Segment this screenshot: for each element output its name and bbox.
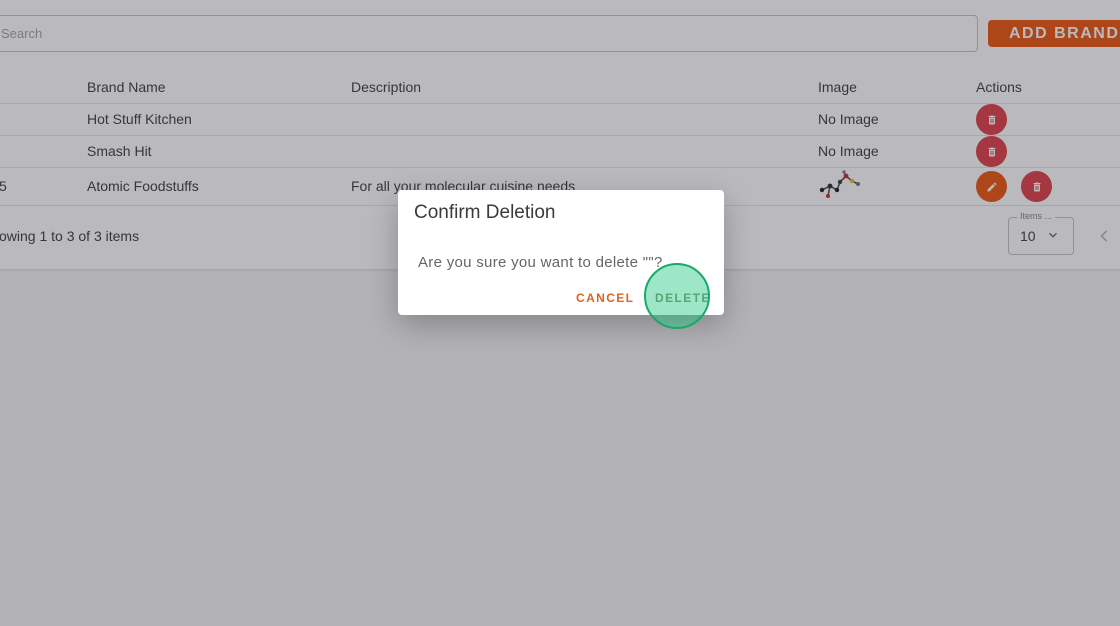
dialog-title: Confirm Deletion <box>414 202 556 223</box>
click-indicator <box>644 263 710 329</box>
dialog-message: Are you sure you want to delete ""? <box>418 254 663 271</box>
cancel-button[interactable]: CANCEL <box>576 291 634 305</box>
